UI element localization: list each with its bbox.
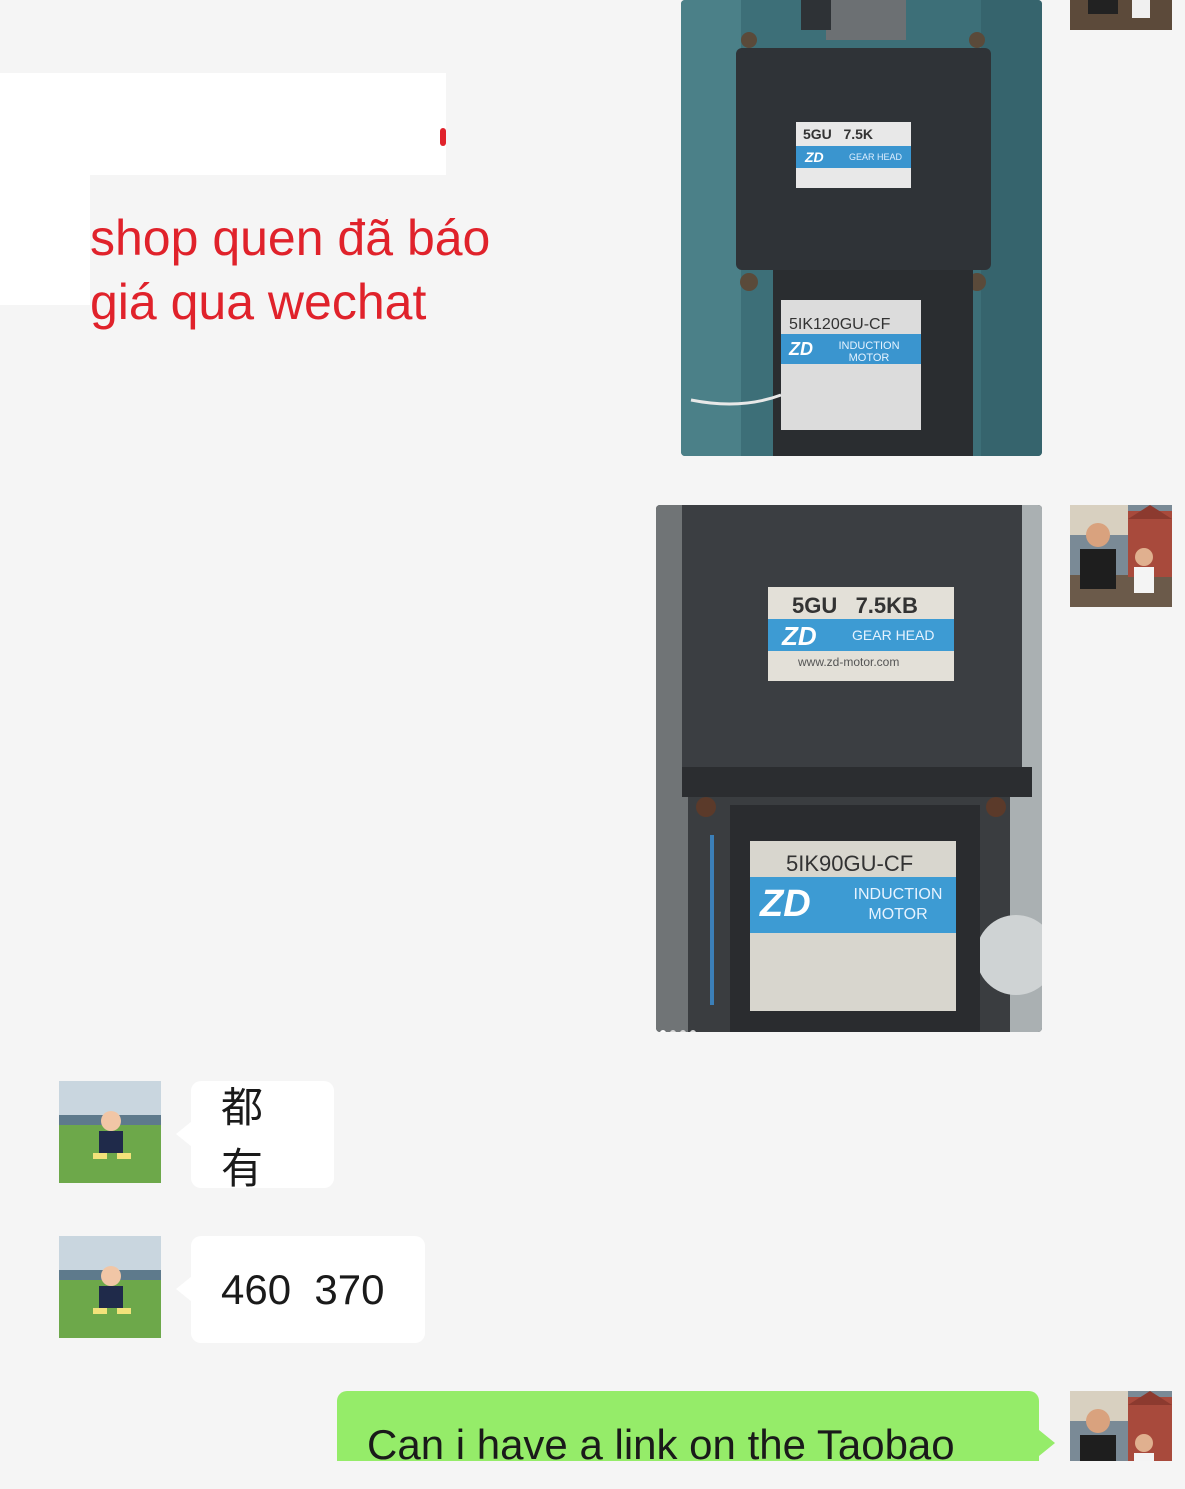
photo2-label-bottom: 5IK90GU-CF — [786, 851, 914, 876]
annotation-note: shop quen đã báo giá qua wechat — [90, 210, 491, 330]
carousel-dots — [660, 1023, 700, 1032]
photo1-sub-top: GEAR HEAD — [849, 152, 903, 162]
photo1-label-bottom: 5IK120GU-CF — [789, 316, 891, 333]
photo1-brand: ZD — [805, 149, 824, 165]
message-bubble[interactable]: Can i have a link on the Taobao — [337, 1391, 1039, 1461]
message-text: 都有 — [221, 1083, 264, 1192]
bubble-tail — [176, 1121, 192, 1147]
white-cover-left — [0, 175, 90, 305]
bottom-edge — [0, 1461, 1185, 1489]
message-text: Can i have a link on the Taobao — [367, 1421, 955, 1461]
message-text: 460 370 — [221, 1265, 385, 1313]
my-avatar[interactable] — [1070, 1391, 1172, 1461]
bubble-tail — [1039, 1430, 1055, 1456]
white-cover-top — [0, 73, 446, 175]
motor-photo-2[interactable]: 5GU 7.5KB ZD GEAR HEAD www.zd-motor.com … — [656, 505, 1042, 1032]
photo1-brand-2: ZD — [789, 339, 813, 359]
my-avatar[interactable] — [1070, 0, 1172, 30]
message-bubble[interactable]: 460 370 — [191, 1236, 425, 1343]
photo1-sub-bottom: INDUCTION MOTOR — [838, 340, 900, 364]
red-mark — [440, 128, 446, 146]
photo2-sub-bottom: INDUCTION MOTOR — [853, 886, 943, 923]
bubble-tail — [176, 1276, 192, 1302]
motor-photo-1[interactable]: 5GU 7.5K ZD GEAR HEAD 5IK120GU-CF ZD IND… — [681, 0, 1042, 456]
photo2-brand: ZD — [782, 621, 817, 651]
message-bubble[interactable]: 都有 — [191, 1081, 334, 1192]
photo2-site: www.zd-motor.com — [798, 655, 900, 669]
photo2-sub-top: GEAR HEAD — [852, 627, 935, 643]
photo1-label-top: 5GU 7.5K — [803, 126, 874, 142]
my-avatar[interactable] — [1070, 505, 1172, 607]
photo2-brand-2: ZD — [760, 883, 811, 925]
other-avatar[interactable] — [59, 1236, 161, 1338]
other-avatar[interactable] — [59, 1081, 161, 1183]
photo2-label-top: 5GU 7.5KB — [792, 593, 918, 618]
